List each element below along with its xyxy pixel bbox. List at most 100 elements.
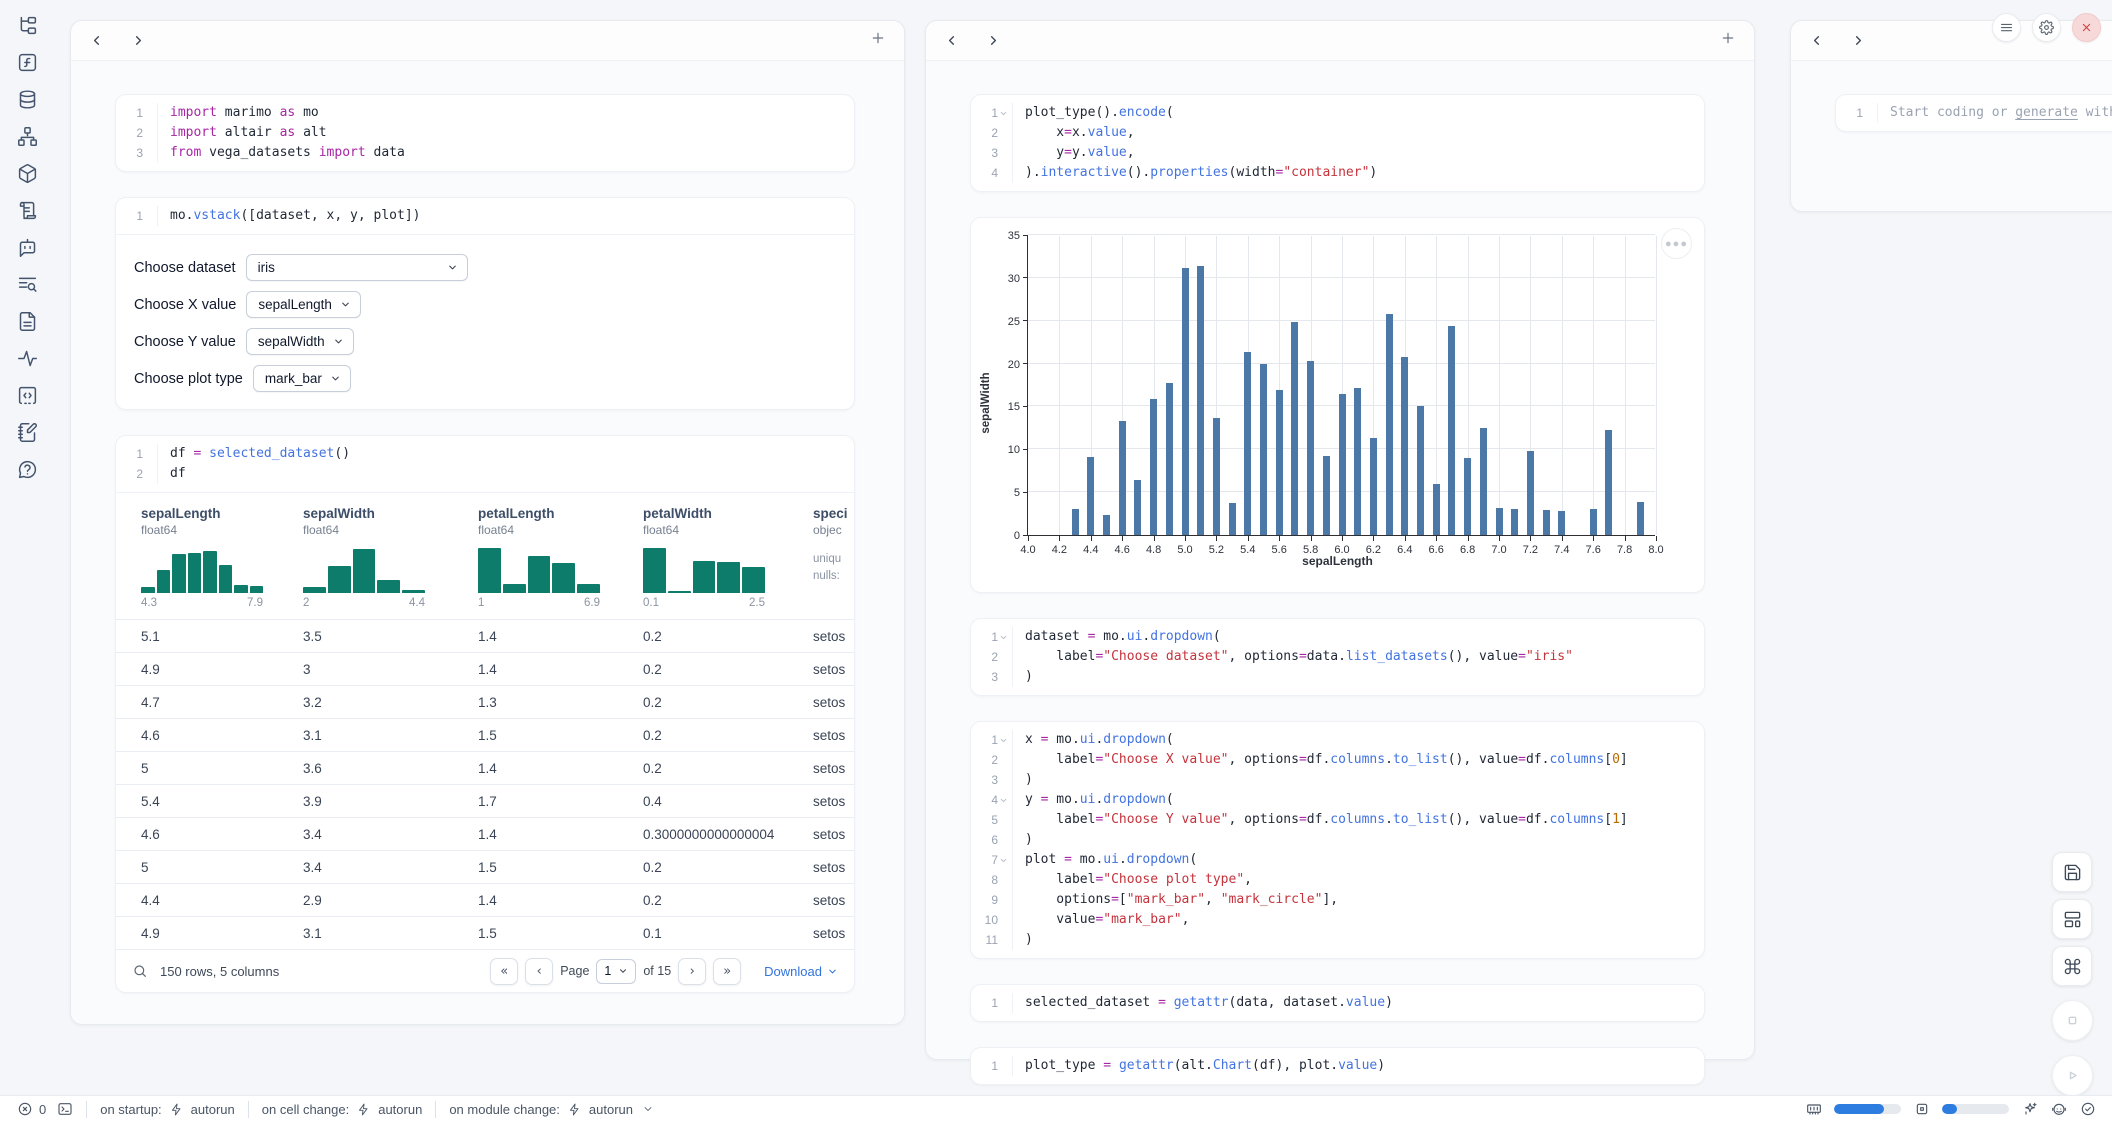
- select-choose-y-value[interactable]: sepalWidth: [246, 328, 354, 355]
- fold-chevron-icon[interactable]: [998, 108, 1009, 119]
- add-cell-icon[interactable]: [870, 30, 886, 51]
- errors-indicator[interactable]: 0: [16, 1101, 46, 1118]
- last-page-button[interactable]: »: [713, 958, 741, 985]
- code-editor[interactable]: 1df = selected_dataset()2df: [116, 436, 854, 492]
- dropdown-row: Choose datasetiris: [134, 249, 854, 286]
- scroll-text-icon[interactable]: [16, 199, 38, 221]
- search-icon[interactable]: [132, 963, 148, 979]
- prev-page-button[interactable]: ‹: [525, 958, 553, 985]
- page-select[interactable]: 1: [596, 959, 636, 984]
- on-cell-change-setting[interactable]: on cell change: autorun: [262, 1101, 423, 1118]
- code-editor[interactable]: 1plot_type = getattr(alt.Chart(df), plot…: [971, 1048, 1704, 1084]
- zap-icon: [566, 1101, 583, 1118]
- code-editor[interactable]: 1selected_dataset = getattr(data, datase…: [971, 985, 1704, 1021]
- file-text-icon[interactable]: [16, 310, 38, 332]
- code-editor[interactable]: 1dataset = mo.ui.dropdown(2 label="Choos…: [971, 619, 1704, 695]
- code-line: ): [1013, 830, 1704, 850]
- min-value: 0.1: [643, 597, 659, 609]
- table-row: 53.41.50.2setos: [116, 850, 854, 883]
- chevron-left-icon[interactable]: [89, 33, 105, 49]
- bot-chat-icon[interactable]: [16, 236, 38, 258]
- error-count: 0: [39, 1102, 46, 1117]
- file-tree-icon[interactable]: [16, 14, 38, 36]
- select-value: mark_bar: [265, 371, 322, 386]
- table-cell: setos: [788, 761, 854, 776]
- generate-with-ai-link[interactable]: generate: [2015, 105, 2078, 120]
- pagination: « ‹ Page 1 of 15 › » Download: [490, 958, 838, 985]
- play-circle-icon[interactable]: [2052, 1055, 2093, 1096]
- fold-chevron-icon[interactable]: [998, 735, 1009, 746]
- chevron-left-icon[interactable]: [944, 33, 960, 49]
- first-page-button[interactable]: «: [490, 958, 518, 985]
- code-row: 2 label="Choose dataset", options=data.l…: [971, 647, 1704, 667]
- chevron-right-icon[interactable]: [1851, 33, 1867, 49]
- code-editor[interactable]: 1plot_type().encode(2 x=x.value,3 y=y.va…: [971, 95, 1704, 191]
- table-cell: 0.2: [618, 728, 788, 743]
- chart-bar: [1433, 484, 1440, 535]
- chart-bar: [1496, 508, 1503, 535]
- database-icon[interactable]: [16, 88, 38, 110]
- table-cell: 0.4: [618, 794, 788, 809]
- terminal-icon[interactable]: [56, 1101, 73, 1118]
- chart-options-button[interactable]: ●●●: [1661, 228, 1692, 259]
- column-min-max: 16.9: [478, 597, 600, 609]
- bot-icon[interactable]: [2050, 1101, 2067, 1118]
- download-button[interactable]: Download: [764, 964, 838, 979]
- chart-bar: [1134, 480, 1141, 535]
- next-page-button[interactable]: ›: [678, 958, 706, 985]
- y-tick-mark: [1023, 235, 1028, 236]
- activity-icon[interactable]: [16, 347, 38, 369]
- command-icon[interactable]: [2052, 946, 2092, 986]
- on-startup-setting[interactable]: on startup: autorun: [100, 1101, 235, 1118]
- package-icon[interactable]: [16, 162, 38, 184]
- table-cell: setos: [788, 860, 854, 875]
- table-cell: 0.2: [618, 893, 788, 908]
- fold-chevron-icon[interactable]: [998, 632, 1009, 643]
- settings-gear-icon[interactable]: [2032, 13, 2061, 42]
- code-editor[interactable]: 1import marimo as mo2import altair as al…: [116, 95, 854, 171]
- on-module-change-setting[interactable]: on module change: autorun: [449, 1101, 656, 1118]
- cpu-usage-meter: [1942, 1104, 2009, 1114]
- chevron-right-icon[interactable]: [131, 33, 147, 49]
- code-editor[interactable]: 1x = mo.ui.dropdown(2 label="Choose X va…: [971, 722, 1704, 958]
- cell-xy-plot-dropdowns: 1x = mo.ui.dropdown(2 label="Choose X va…: [971, 722, 1704, 958]
- code-editor[interactable]: 1mo.vstack([dataset, x, y, plot]): [116, 198, 854, 234]
- table-row: 5.43.91.70.4setos: [116, 784, 854, 817]
- line-gutter: 3: [971, 143, 1013, 163]
- x-tick-mark: [1656, 536, 1657, 541]
- menu-icon[interactable]: [1992, 13, 2021, 42]
- table-cell: 1.4: [453, 629, 618, 644]
- save-icon[interactable]: [2052, 852, 2092, 892]
- cpu-icon: [1913, 1101, 1930, 1118]
- chevron-right-icon[interactable]: [986, 33, 1002, 49]
- help-bubble-icon[interactable]: [16, 458, 38, 480]
- table-cell: 0.2: [618, 695, 788, 710]
- sparkles-icon[interactable]: [2021, 1101, 2038, 1118]
- line-number: 2: [991, 750, 998, 770]
- network-icon[interactable]: [16, 125, 38, 147]
- stop-circle-icon[interactable]: [2052, 1000, 2093, 1041]
- select-choose-dataset[interactable]: iris: [246, 254, 468, 281]
- window-buttons: [1992, 13, 2101, 42]
- fold-chevron-icon[interactable]: [998, 795, 1009, 806]
- close-icon[interactable]: [2072, 13, 2101, 42]
- chevron-left-icon[interactable]: [1809, 33, 1825, 49]
- line-number: 2: [136, 123, 143, 143]
- notebook-pen-icon[interactable]: [16, 421, 38, 443]
- histogram-bar: [693, 561, 716, 593]
- fold-chevron-icon[interactable]: [998, 855, 1009, 866]
- line-gutter: 7: [971, 850, 1013, 870]
- list-search-icon[interactable]: [16, 273, 38, 295]
- select-choose-x-value[interactable]: sepalLength: [246, 291, 361, 318]
- code-editor[interactable]: 1 Start coding or generate with AI: [1836, 95, 2112, 131]
- select-choose-plot-type[interactable]: mark_bar: [253, 365, 351, 392]
- code-line: import marimo as mo: [158, 103, 854, 123]
- line-number: 1: [991, 993, 998, 1013]
- x-tick-mark: [1530, 536, 1531, 541]
- add-cell-icon[interactable]: [1720, 30, 1736, 51]
- code-snippet-icon[interactable]: [16, 384, 38, 406]
- layout-grid-icon[interactable]: [2052, 899, 2092, 939]
- check-circle-icon[interactable]: [2079, 1101, 2096, 1118]
- code-row: 5 label="Choose Y value", options=df.col…: [971, 810, 1704, 830]
- function-square-icon[interactable]: [16, 51, 38, 73]
